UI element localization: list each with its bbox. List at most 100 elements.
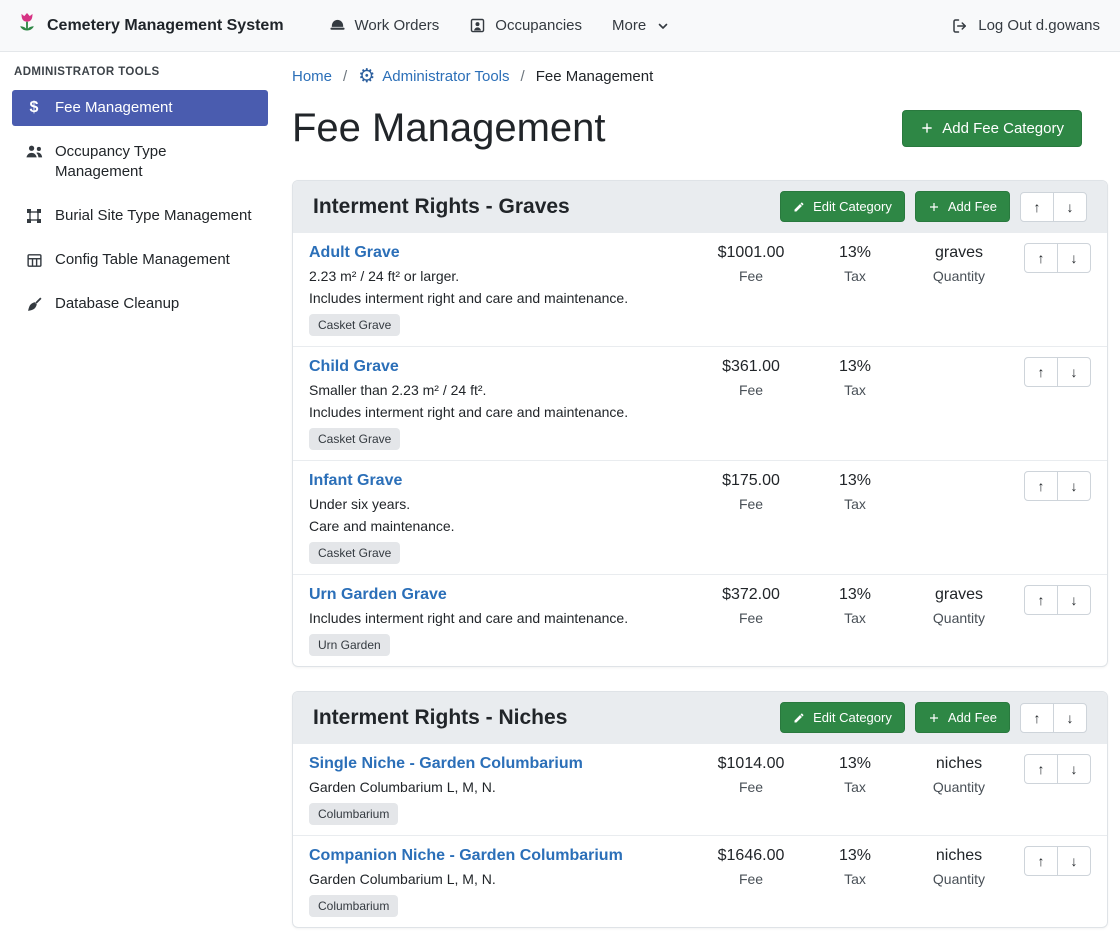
nav-work-orders[interactable]: Work Orders [329, 17, 440, 34]
add-fee-category-button[interactable]: Add Fee Category [902, 110, 1082, 147]
app-brand[interactable]: Cemetery Management System [16, 12, 284, 40]
fee-amount-label: Fee [699, 610, 803, 626]
fee-name-link[interactable]: Infant Grave [309, 471, 402, 491]
move-fee-up-button[interactable]: ↑ [1024, 585, 1058, 615]
fee-row: Infant Grave Under six years. Care and m… [293, 460, 1107, 574]
fee-quantity-col [907, 357, 1011, 450]
add-fee-button[interactable]: Add Fee [915, 191, 1010, 222]
breadcrumb-separator: / [521, 68, 525, 85]
fee-amount-col: $372.00 Fee [699, 585, 803, 656]
fee-info: Child Grave Smaller than 2.23 m² / 24 ft… [309, 357, 699, 450]
fee-name-link[interactable]: Single Niche - Garden Columbarium [309, 754, 583, 774]
vector-square-icon [24, 208, 44, 224]
breadcrumb-admin-tools-link[interactable]: ⚙ Administrator Tools [358, 67, 509, 86]
fee-amount: $1014.00 [699, 754, 803, 774]
move-category-down-button[interactable]: ↓ [1053, 192, 1087, 222]
category-header: Interment Rights - Niches Edit Category … [293, 692, 1107, 743]
fee-category-card: Interment Rights - Graves Edit Category … [292, 180, 1108, 667]
edit-category-button[interactable]: Edit Category [780, 702, 905, 733]
fee-tax-label: Tax [803, 871, 907, 887]
fee-amount-label: Fee [699, 871, 803, 887]
move-fee-up-button[interactable]: ↑ [1024, 357, 1058, 387]
occupancies-icon [469, 17, 486, 34]
fee-description: Garden Columbarium L, M, N. [309, 779, 691, 796]
move-fee-down-button[interactable]: ↓ [1057, 585, 1091, 615]
arrow-down-icon: ↓ [1067, 199, 1074, 215]
fee-name-link[interactable]: Urn Garden Grave [309, 585, 447, 605]
fee-row: Urn Garden Grave Includes interment righ… [293, 574, 1107, 666]
breadcrumb-admin-label: Administrator Tools [382, 68, 509, 85]
plus-icon [920, 121, 934, 135]
move-fee-down-button[interactable]: ↓ [1057, 471, 1091, 501]
fee-tag: Urn Garden [309, 634, 390, 656]
fee-description: Care and maintenance. [309, 518, 691, 535]
add-fee-button[interactable]: Add Fee [915, 702, 1010, 733]
fee-quantity-col: graves Quantity [907, 243, 1011, 336]
fee-tax-label: Tax [803, 268, 907, 284]
move-fee-down-button[interactable]: ↓ [1057, 243, 1091, 273]
nav-more-label: More [612, 17, 646, 34]
sidebar-item-fee-management[interactable]: $ Fee Management [12, 90, 268, 126]
breadcrumb-home-link[interactable]: Home [292, 68, 332, 85]
fee-row: Companion Niche - Garden Columbarium Gar… [293, 835, 1107, 927]
fee-name-link[interactable]: Child Grave [309, 357, 399, 377]
chevron-down-icon [657, 20, 669, 32]
move-category-down-button[interactable]: ↓ [1053, 703, 1087, 733]
edit-category-button[interactable]: Edit Category [780, 191, 905, 222]
move-fee-up-button[interactable]: ↑ [1024, 471, 1058, 501]
top-navbar: Cemetery Management System Work Orders O… [0, 0, 1120, 52]
fee-amount-label: Fee [699, 268, 803, 284]
nav-occupancies[interactable]: Occupancies [469, 17, 582, 34]
arrow-down-icon: ↓ [1071, 250, 1078, 266]
breadcrumb-separator: / [343, 68, 347, 85]
arrow-down-icon: ↓ [1067, 710, 1074, 726]
move-fee-down-button[interactable]: ↓ [1057, 846, 1091, 876]
move-category-up-button[interactable]: ↑ [1020, 703, 1054, 733]
fee-quantity: niches [907, 846, 1011, 866]
fee-tax: 13% [803, 471, 907, 491]
arrow-down-icon: ↓ [1071, 592, 1078, 608]
move-fee-up-button[interactable]: ↑ [1024, 846, 1058, 876]
sidebar-item-database-cleanup[interactable]: Database Cleanup [12, 286, 268, 322]
move-fee-up-button[interactable]: ↑ [1024, 243, 1058, 273]
arrow-down-icon: ↓ [1071, 478, 1078, 494]
fee-tax: 13% [803, 357, 907, 377]
move-fee-up-button[interactable]: ↑ [1024, 754, 1058, 784]
fee-amount-label: Fee [699, 382, 803, 398]
fee-quantity-col [907, 471, 1011, 564]
app-title: Cemetery Management System [47, 17, 284, 35]
fee-tag: Casket Grave [309, 428, 400, 450]
arrow-down-icon: ↓ [1071, 761, 1078, 777]
users-icon [24, 144, 44, 159]
fee-tax: 13% [803, 585, 907, 605]
fee-quantity: niches [907, 754, 1011, 774]
arrow-up-icon: ↑ [1034, 199, 1041, 215]
arrow-up-icon: ↑ [1038, 250, 1045, 266]
move-category-up-button[interactable]: ↑ [1020, 192, 1054, 222]
fee-reorder-group: ↑ ↓ [1024, 846, 1091, 876]
move-fee-down-button[interactable]: ↓ [1057, 357, 1091, 387]
fee-quantity-label: Quantity [907, 779, 1011, 795]
logout-link[interactable]: Log Out d.gowans [951, 17, 1100, 35]
arrow-up-icon: ↑ [1038, 853, 1045, 869]
fee-amount: $175.00 [699, 471, 803, 491]
fee-description: Garden Columbarium L, M, N. [309, 871, 691, 888]
sidebar-item-label: Fee Management [55, 98, 173, 118]
move-fee-down-button[interactable]: ↓ [1057, 754, 1091, 784]
tulip-logo-icon [16, 12, 38, 40]
fee-tax-col: 13% Tax [803, 471, 907, 564]
fee-quantity-col: graves Quantity [907, 585, 1011, 656]
fee-name-link[interactable]: Companion Niche - Garden Columbarium [309, 846, 623, 866]
sidebar-item-config-table-management[interactable]: Config Table Management [12, 242, 268, 278]
fee-name-link[interactable]: Adult Grave [309, 243, 400, 263]
sidebar-item-burial-site-type-management[interactable]: Burial Site Type Management [12, 198, 268, 234]
category-reorder-group: ↑ ↓ [1020, 703, 1087, 733]
sidebar-heading: ADMINISTRATOR TOOLS [12, 64, 268, 90]
category-title: Interment Rights - Niches [313, 706, 780, 730]
fee-category-card: Interment Rights - Niches Edit Category … [292, 691, 1108, 928]
fee-quantity: graves [907, 585, 1011, 605]
sidebar-item-occupancy-type-management[interactable]: Occupancy Type Management [12, 134, 268, 190]
arrow-up-icon: ↑ [1038, 761, 1045, 777]
nav-more[interactable]: More [612, 17, 669, 34]
fee-amount-col: $1001.00 Fee [699, 243, 803, 336]
